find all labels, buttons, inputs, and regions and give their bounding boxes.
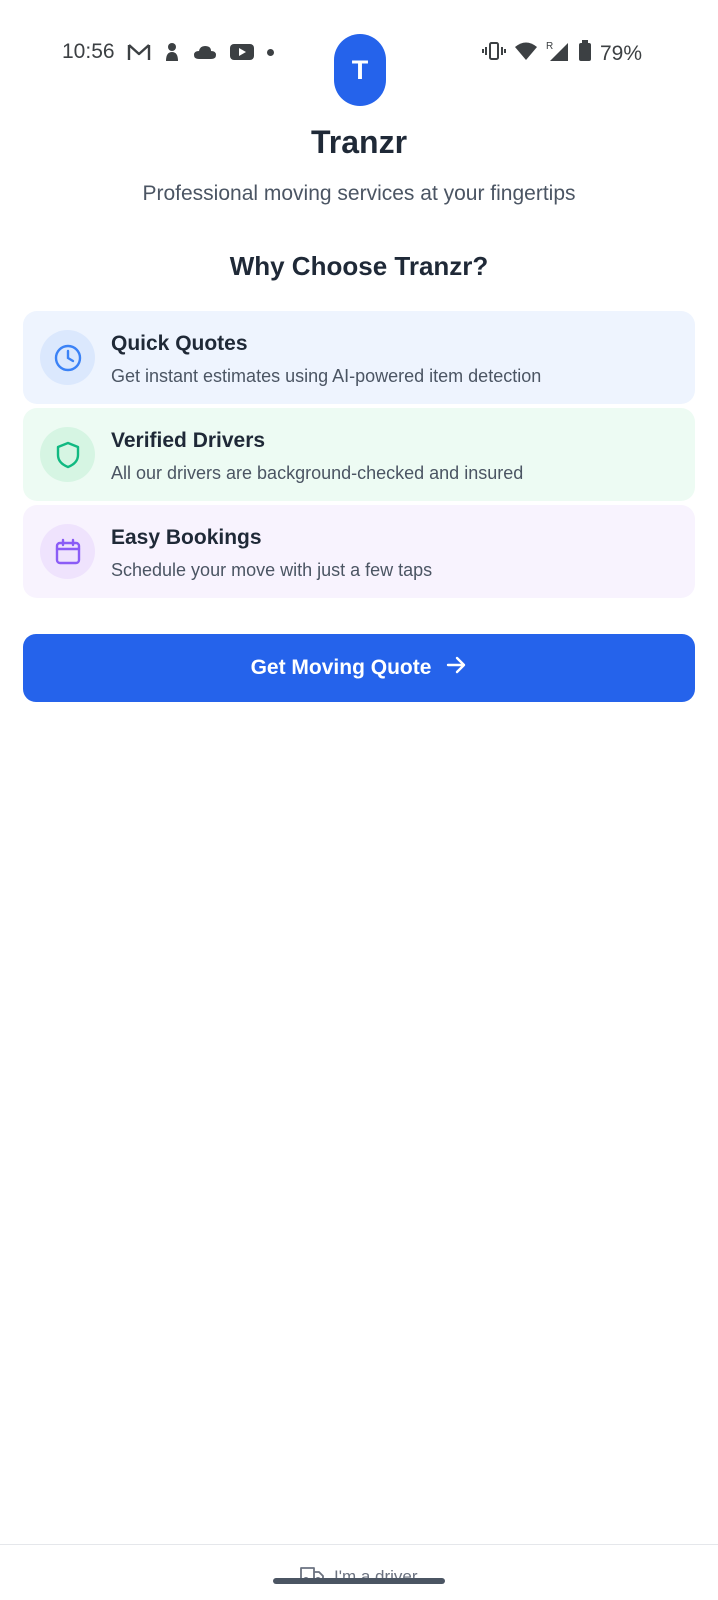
feature-card-verified-drivers: Verified Drivers All our drivers are bac… xyxy=(23,408,695,501)
feature-title: Quick Quotes xyxy=(111,332,248,355)
arrow-right-icon xyxy=(445,654,467,682)
cta-label: Get Moving Quote xyxy=(250,656,432,679)
why-choose-title: Why Choose Tranzr? xyxy=(229,251,489,281)
feature-card-quick-quotes: Quick Quotes Get instant estimates using… xyxy=(23,311,695,404)
get-moving-quote-button[interactable]: Get Moving Quote xyxy=(23,634,695,702)
truck-icon xyxy=(300,1564,324,1589)
calendar-icon xyxy=(40,524,95,579)
feature-title: Easy Bookings xyxy=(111,526,262,549)
logo-letter: T xyxy=(351,54,369,85)
status-right: R 79% xyxy=(481,40,642,68)
shield-icon xyxy=(40,427,95,482)
battery-percent: 79% xyxy=(599,42,642,65)
roaming-indicator: R xyxy=(546,41,553,52)
home-indicator[interactable] xyxy=(273,1578,445,1584)
app-logo: T xyxy=(334,34,386,106)
signal-roaming-icon: R xyxy=(546,40,570,68)
dot-icon xyxy=(266,48,274,56)
feature-card-easy-bookings: Easy Bookings Schedule your move with ju… xyxy=(23,505,695,598)
gmail-icon xyxy=(127,40,151,64)
vibrate-icon xyxy=(481,41,506,67)
feature-desc: All our drivers are background-checked a… xyxy=(111,463,524,483)
status-time: 10:56 xyxy=(62,40,115,63)
status-left: 10:56 xyxy=(62,40,274,64)
battery-icon xyxy=(578,40,592,68)
clock-icon xyxy=(40,330,95,385)
notification-icon xyxy=(163,40,181,64)
youtube-icon xyxy=(229,40,255,64)
im-a-driver-link[interactable]: I'm a driver xyxy=(300,1564,418,1589)
feature-desc: Schedule your move with just a few taps xyxy=(111,560,433,580)
bottom-divider xyxy=(0,1544,718,1545)
app-subtitle: Professional moving services at your fin… xyxy=(142,182,576,205)
feature-title: Verified Drivers xyxy=(111,429,266,452)
feature-desc: Get instant estimates using AI-powered i… xyxy=(111,366,542,386)
app-title: Tranzr xyxy=(310,124,408,160)
cloud-icon xyxy=(193,40,217,64)
wifi-icon xyxy=(514,41,538,67)
